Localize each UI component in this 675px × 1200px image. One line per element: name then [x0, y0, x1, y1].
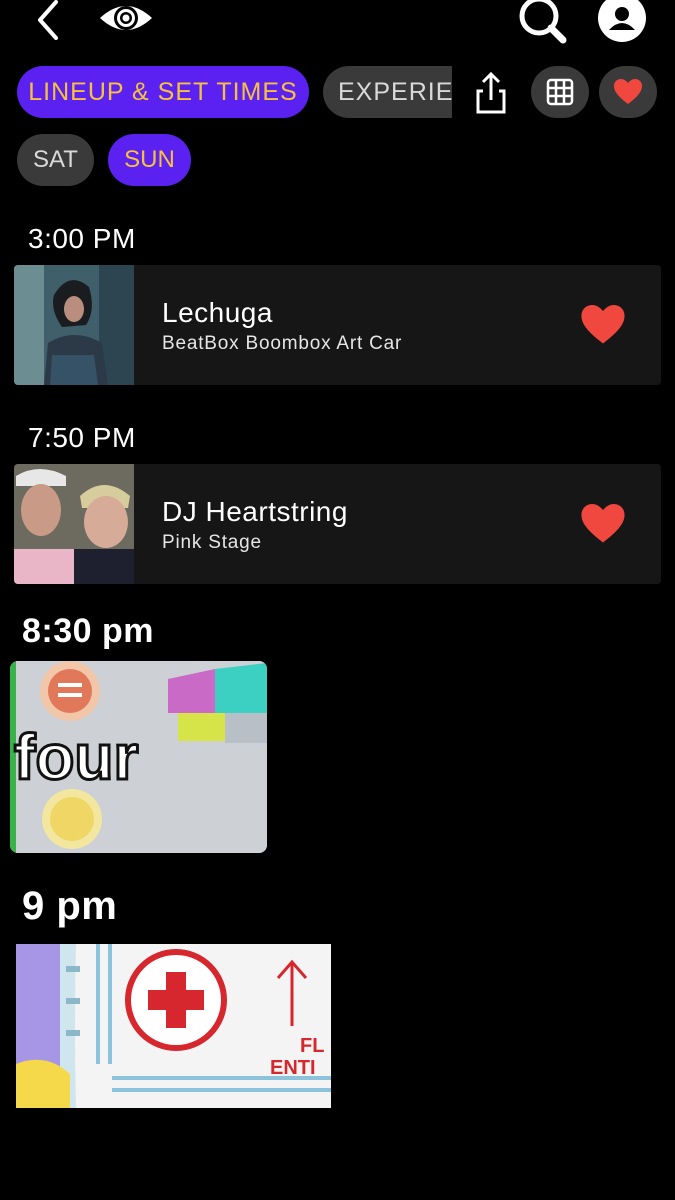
- search-icon: [519, 0, 567, 44]
- set-time: 3:00 PM: [28, 223, 136, 254]
- artist-name: Lechuga: [162, 297, 273, 328]
- map-text-fl-entr: FL: [300, 1035, 324, 1057]
- profile-button[interactable]: [596, 0, 648, 44]
- map-snippet-image: four: [10, 661, 267, 853]
- day-sun[interactable]: SUN: [108, 134, 191, 186]
- share-icon: [476, 71, 506, 114]
- artist-photo: [14, 265, 134, 385]
- tab-experiences-label: EXPERIEN: [338, 77, 452, 106]
- logo: [96, 0, 156, 40]
- map-graphic: FL ENTI: [16, 944, 331, 1108]
- share-button[interactable]: [470, 70, 512, 116]
- set-card-dj-heartstring[interactable]: DJ Heartstring Pink Stage: [14, 464, 661, 584]
- map-graphic: four: [10, 661, 267, 853]
- favorites-filter-button[interactable]: [599, 66, 657, 118]
- set-time: 7:50 PM: [28, 422, 136, 453]
- map-text-four: four: [14, 721, 138, 793]
- heart-icon: [614, 79, 642, 104]
- search-button[interactable]: [514, 0, 570, 44]
- tab-lineup[interactable]: LINEUP & SET TIMES: [17, 66, 309, 118]
- stage-name: Pink Stage: [162, 532, 262, 553]
- eye-logo-icon: [100, 6, 152, 30]
- favorite-heart-icon[interactable]: [581, 504, 625, 544]
- map-text-fl-entr: ENTI: [270, 1057, 316, 1079]
- back-button[interactable]: [28, 0, 68, 40]
- day-sat[interactable]: SAT: [17, 134, 94, 186]
- stage-name: BeatBox Boombox Art Car: [162, 333, 403, 354]
- set-card-lechuga[interactable]: Lechuga BeatBox Boombox Art Car: [14, 265, 661, 385]
- annotation-time: 8:30 pm: [22, 612, 154, 650]
- tab-experiences[interactable]: EXPERIEN: [323, 66, 452, 118]
- favorite-heart-icon[interactable]: [581, 305, 625, 345]
- artist-name: DJ Heartstring: [162, 496, 348, 527]
- annotation-time: 9 pm: [22, 884, 118, 928]
- grid-icon: [546, 78, 574, 106]
- profile-icon: [598, 0, 646, 42]
- artist-photo: [14, 464, 134, 584]
- chevron-left-icon: [38, 0, 58, 40]
- grid-view-button[interactable]: [531, 66, 589, 118]
- map-snippet-image: FL ENTI: [16, 944, 331, 1108]
